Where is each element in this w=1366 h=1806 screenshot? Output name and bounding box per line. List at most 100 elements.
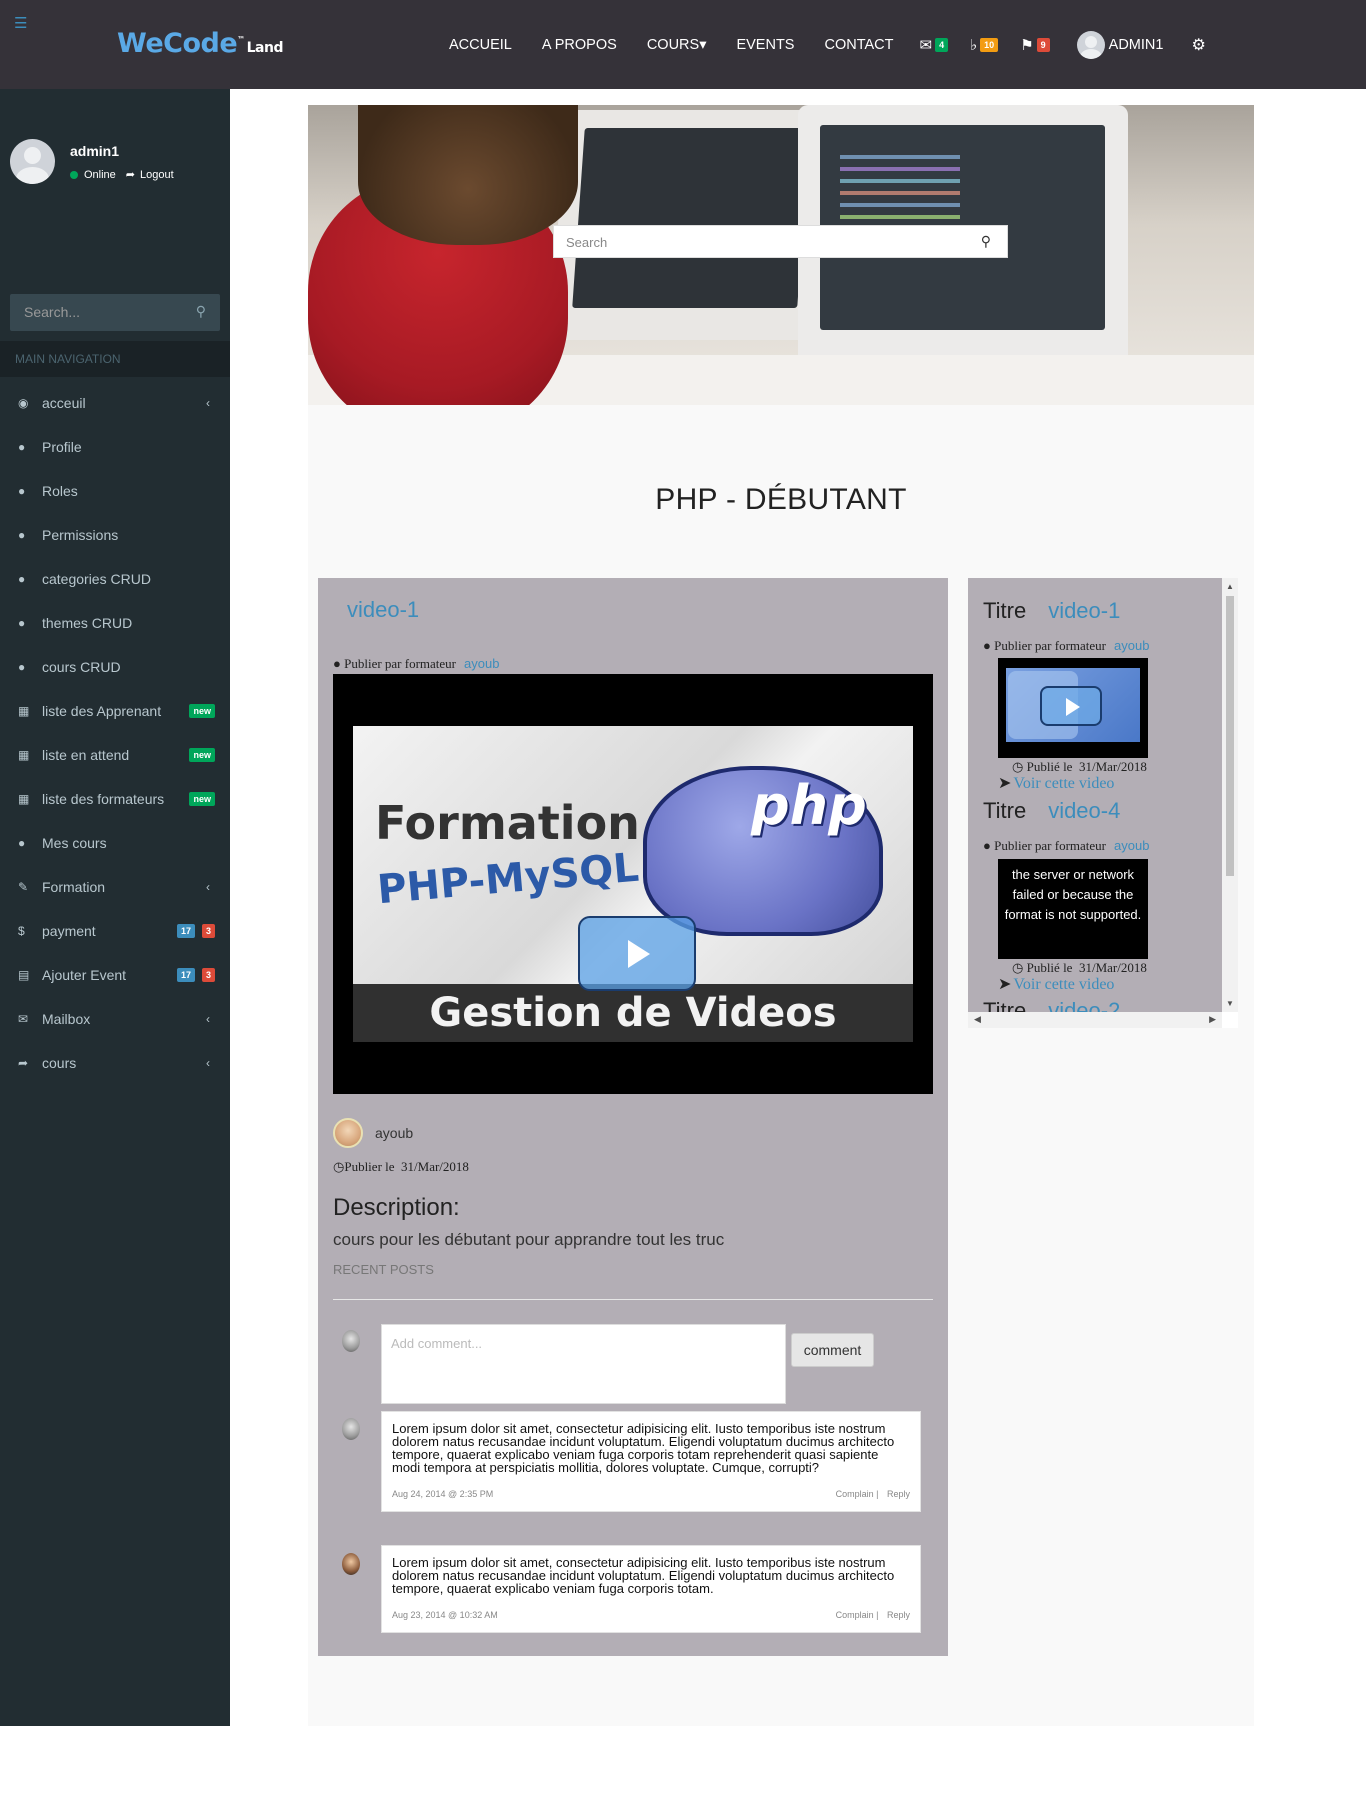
- chevron-left-icon: ‹: [206, 880, 210, 894]
- complain-link[interactable]: Complain: [836, 1489, 874, 1499]
- sidebar-item-roles[interactable]: ● Roles: [0, 469, 230, 513]
- sidebar-item-formation[interactable]: ✎ Formation ‹: [0, 865, 230, 909]
- related-video-player[interactable]: the server or network failed or because …: [998, 859, 1148, 959]
- sidebar-item-payment[interactable]: $ payment 17 3: [0, 909, 230, 953]
- sidebar-item-cours[interactable]: ➦ cours ‹: [0, 1041, 230, 1085]
- comment-button[interactable]: comment: [791, 1333, 874, 1367]
- reply-link[interactable]: Reply: [887, 1610, 910, 1620]
- comment-date: Aug 24, 2014 @ 2:35 PM: [392, 1489, 494, 1499]
- nav-cours[interactable]: COURS▾: [647, 37, 707, 53]
- sidebar-item-profile[interactable]: ● Profile: [0, 425, 230, 469]
- play-icon[interactable]: [1040, 686, 1102, 726]
- new-badge: new: [189, 704, 215, 718]
- related-title: Titre video-4: [983, 798, 1121, 823]
- user-icon: ●: [18, 572, 26, 586]
- sidebar-item-permissions[interactable]: ● Permissions: [0, 513, 230, 557]
- arrow-circle-right-icon: ➤: [998, 976, 1012, 993]
- scroll-left-icon[interactable]: ◀: [974, 1014, 981, 1025]
- notifications-menu[interactable]: ♭ 10: [970, 36, 999, 54]
- nav-events[interactable]: EVENTS: [736, 37, 794, 53]
- sidebar-item-cours-crud[interactable]: ● cours CRUD: [0, 645, 230, 689]
- divider: [333, 1299, 933, 1300]
- view-video-link[interactable]: ➤ Voir cette video: [998, 773, 1114, 793]
- user-icon: ●: [983, 838, 995, 853]
- related-title: Titre video-1: [983, 598, 1121, 623]
- sidebar-item-acceuil[interactable]: ◉ acceuil ‹: [0, 381, 230, 425]
- comment-item: Lorem ipsum dolor sit amet, consectetur …: [381, 1545, 921, 1633]
- video-player[interactable]: Formation PHP-MySQL php Gestion de Video…: [333, 674, 933, 1094]
- messages-badge: 4: [935, 37, 949, 52]
- user-menu[interactable]: ADMIN1: [1076, 30, 1163, 59]
- play-icon[interactable]: [578, 916, 696, 991]
- scroll-up-icon[interactable]: ▲: [1226, 582, 1234, 591]
- share-icon: ➦: [18, 1056, 29, 1070]
- sidebar-item-mes-cours[interactable]: ● Mes cours: [0, 821, 230, 865]
- sidebar-item-themes[interactable]: ● themes CRUD: [0, 601, 230, 645]
- count-badge: 17: [176, 924, 195, 938]
- publish-date: ◷Publier le 31/Mar/2018: [333, 1159, 469, 1174]
- search-icon[interactable]: ⚲: [196, 303, 206, 320]
- online-dot-icon: [70, 170, 78, 179]
- sidebar-item-en-attend[interactable]: ▦ liste en attend new: [0, 733, 230, 777]
- user-icon: ●: [18, 484, 26, 498]
- clock-icon: ◷: [333, 1159, 345, 1174]
- nav-contact[interactable]: CONTACT: [824, 37, 893, 53]
- hero-search-input[interactable]: Search ⚲: [553, 225, 1008, 258]
- comment-text: Lorem ipsum dolor sit amet, consectetur …: [392, 1555, 895, 1596]
- horizontal-scrollbar[interactable]: ◀ ▶: [968, 1012, 1222, 1028]
- sidebar-item-ajouter-event[interactable]: ▤ Ajouter Event 17 3: [0, 953, 230, 997]
- grid-icon: ▦: [18, 792, 30, 806]
- tasks-badge: 9: [1036, 37, 1050, 52]
- view-video-link[interactable]: ➤ Voir cette video: [998, 974, 1114, 994]
- related-video-link[interactable]: video-2: [1048, 998, 1120, 1012]
- user-panel-name: admin1: [70, 143, 120, 159]
- gears-icon[interactable]: ⚙: [1191, 35, 1205, 55]
- author-link[interactable]: ayoub: [1114, 638, 1149, 653]
- related-video-link[interactable]: video-1: [1048, 598, 1120, 623]
- nav-a-propos[interactable]: A PROPOS: [542, 37, 617, 53]
- new-badge: new: [189, 792, 215, 806]
- bell-icon: ♭: [970, 36, 978, 54]
- author-link[interactable]: ayoub: [1114, 838, 1149, 853]
- video-detail-panel: video-1 ● Publier par formateur ayoub For…: [318, 578, 948, 1656]
- related-video-player[interactable]: [998, 658, 1148, 758]
- sidebar-item-categories[interactable]: ● categories CRUD: [0, 557, 230, 601]
- brand-logo[interactable]: WeCode™Land: [117, 28, 284, 59]
- count-badge: 17: [176, 968, 195, 982]
- search-icon[interactable]: ⚲: [981, 233, 991, 250]
- related-video-link[interactable]: video-4: [1048, 798, 1120, 823]
- scroll-right-icon[interactable]: ▶: [1209, 1014, 1216, 1025]
- scrollbar-thumb[interactable]: [1226, 596, 1234, 876]
- flag-icon: ⚑: [1020, 36, 1034, 54]
- user-avatar: [10, 139, 55, 184]
- page-title: PHP - DÉBUTANT: [655, 483, 907, 516]
- comment-date: Aug 23, 2014 @ 10:32 AM: [392, 1610, 498, 1620]
- user-icon: ●: [18, 440, 26, 454]
- sidebar-search-input[interactable]: Search... ⚲: [10, 294, 220, 331]
- video-title[interactable]: video-1: [347, 597, 419, 623]
- comment-input[interactable]: Add comment...: [381, 1324, 786, 1404]
- description-text: cours pour les débutant pour apprandre t…: [333, 1230, 725, 1249]
- reply-link[interactable]: Reply: [887, 1489, 910, 1499]
- count-badge: 3: [201, 924, 215, 938]
- messages-menu[interactable]: ✉ 4: [920, 36, 949, 54]
- logout-link[interactable]: Logout: [140, 169, 174, 181]
- sidebar-toggle-icon[interactable]: ☰: [14, 16, 27, 31]
- author-link[interactable]: ayoub: [464, 656, 499, 671]
- related-videos-list[interactable]: Titre video-1 ● Publier par formateur ayou…: [968, 578, 1222, 1012]
- user-icon: ●: [333, 656, 345, 671]
- tasks-menu[interactable]: ⚑ 9: [1020, 36, 1050, 54]
- complain-link[interactable]: Complain: [836, 1610, 874, 1620]
- avatar: [342, 1553, 360, 1575]
- author-info: ayoub: [333, 1118, 413, 1148]
- user-icon: ●: [18, 528, 26, 542]
- nav-accueil[interactable]: ACCUEIL: [449, 37, 512, 53]
- sidebar-item-mailbox[interactable]: ✉ Mailbox ‹: [0, 997, 230, 1041]
- sidebar-item-apprenant[interactable]: ▦ liste des Apprenant new: [0, 689, 230, 733]
- dollar-icon: $: [18, 924, 25, 938]
- scroll-down-icon[interactable]: ▼: [1226, 999, 1234, 1008]
- grid-icon: ▦: [18, 748, 30, 762]
- sidebar-item-formateurs[interactable]: ▦ liste des formateurs new: [0, 777, 230, 821]
- vertical-scrollbar[interactable]: ▲ ▼: [1222, 578, 1238, 1012]
- comment-item: Lorem ipsum dolor sit amet, consectetur …: [381, 1411, 921, 1512]
